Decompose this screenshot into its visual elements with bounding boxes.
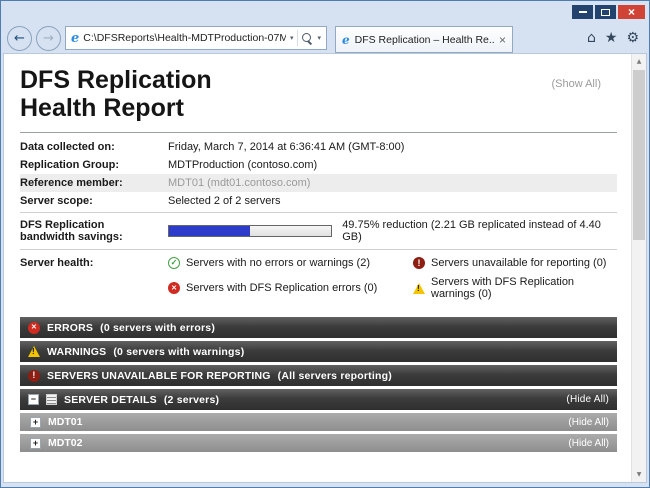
scroll-down-icon[interactable]: ▼	[632, 467, 646, 482]
address-bar[interactable]: e C:\DFSReports\Health-MDTProduction-07M…	[65, 26, 327, 50]
back-button[interactable]: ←	[7, 26, 32, 51]
field-label: DFS Replication bandwidth savings:	[20, 219, 168, 243]
close-button[interactable]: ×	[618, 5, 645, 19]
section-title: SERVER DETAILS	[64, 394, 157, 406]
server-name: MDT01	[48, 416, 82, 428]
health-item-label: Servers with DFS Replication warnings (0…	[431, 276, 617, 300]
section-warnings[interactable]: ! WARNINGS (0 servers with warnings)	[20, 341, 617, 362]
hide-all-link[interactable]: (Hide All)	[568, 438, 609, 449]
health-item-ok: ✓ Servers with no errors or warnings (2)	[168, 257, 413, 269]
collapse-minus-icon[interactable]: −	[28, 394, 39, 405]
field-label: Server health:	[20, 257, 168, 269]
warning-triangle-icon: !	[28, 346, 40, 357]
navigation-bar: ← → e C:\DFSReports\Health-MDTProduction…	[1, 21, 649, 53]
field-value: MDTProduction (contoso.com)	[168, 159, 317, 171]
report-fields: Data collected on: Friday, March 7, 2014…	[20, 138, 617, 303]
section-title: SERVERS UNAVAILABLE FOR REPORTING	[47, 370, 271, 382]
expand-plus-icon[interactable]: +	[30, 417, 41, 428]
page-title: DFS Replication Health Report	[20, 66, 617, 122]
field-label: Reference member:	[20, 177, 168, 189]
back-arrow-icon: ←	[14, 31, 25, 46]
section-subtitle: (All servers reporting)	[278, 370, 392, 382]
title-divider	[20, 132, 617, 133]
page-title-line1: DFS Replication	[20, 66, 617, 94]
forward-button[interactable]: →	[36, 26, 61, 51]
tab-favicon-icon: e	[342, 34, 350, 46]
home-icon[interactable]: ⌂	[587, 30, 596, 46]
title-bar: ×	[1, 1, 649, 21]
favorites-star-icon[interactable]: ★	[605, 30, 618, 46]
browser-toolbar: ⌂ ★ ⚙	[587, 30, 643, 46]
section-title: ERRORS	[47, 322, 93, 334]
maximize-button[interactable]	[595, 5, 616, 19]
section-subtitle: (2 servers)	[164, 394, 219, 406]
field-row-data-collected: Data collected on: Friday, March 7, 2014…	[20, 138, 617, 156]
health-item-label: Servers with DFS Replication errors (0)	[186, 282, 377, 294]
field-value: Friday, March 7, 2014 at 6:36:41 AM (GMT…	[168, 141, 404, 153]
address-url[interactable]: C:\DFSReports\Health-MDTProduction-07M	[83, 32, 286, 44]
tab-title: DFS Replication – Health Re...	[355, 34, 494, 46]
health-item-warnings: ! Servers with DFS Replication warnings …	[413, 276, 617, 300]
section-errors[interactable]: ✕ ERRORS (0 servers with errors)	[20, 317, 617, 338]
field-value: Selected 2 of 2 servers	[168, 195, 281, 207]
settings-gear-icon[interactable]: ⚙	[626, 30, 639, 46]
server-row-mdt02[interactable]: + MDT02 (Hide All)	[20, 434, 617, 452]
unavailable-icon: !	[28, 370, 40, 382]
section-unavailable[interactable]: ! SERVERS UNAVAILABLE FOR REPORTING (All…	[20, 365, 617, 386]
section-subtitle: (0 servers with errors)	[100, 322, 215, 334]
field-row-reference-member: Reference member: MDT01 (mdt01.contoso.c…	[20, 174, 617, 192]
field-label: Data collected on:	[20, 141, 168, 153]
address-history-caret-icon[interactable]: ▾	[290, 34, 294, 42]
field-row-bandwidth: DFS Replication bandwidth savings: 49.75…	[20, 212, 617, 250]
section-title: WARNINGS	[47, 346, 106, 358]
ie-favicon-icon: e	[71, 32, 79, 45]
health-item-label: Servers with no errors or warnings (2)	[186, 257, 370, 269]
field-value: MDT01 (mdt01.contoso.com)	[168, 177, 310, 189]
browser-window: × ← → e C:\DFSReports\Health-MDTProducti…	[0, 0, 650, 488]
tab-close-icon[interactable]: ×	[499, 34, 506, 46]
search-icon[interactable]	[302, 33, 313, 44]
report-body: (Show All) DFS Replication Health Report…	[4, 54, 631, 482]
warning-triangle-icon: !	[413, 283, 425, 294]
bandwidth-fill	[169, 226, 250, 236]
show-all-link[interactable]: (Show All)	[551, 78, 601, 90]
section-subtitle: (0 servers with warnings)	[113, 346, 244, 358]
field-row-replication-group: Replication Group: MDTProduction (contos…	[20, 156, 617, 174]
scroll-up-icon[interactable]: ▲	[632, 54, 646, 69]
server-row-mdt01[interactable]: + MDT01 (Hide All)	[20, 413, 617, 431]
vertical-scrollbar[interactable]: ▲ ▼	[631, 54, 646, 482]
report-sections: ✕ ERRORS (0 servers with errors) ! WARNI…	[20, 317, 617, 452]
bandwidth-progress-bar	[168, 225, 332, 237]
bandwidth-text: 49.75% reduction (2.21 GB replicated ins…	[342, 219, 617, 243]
server-health-grid: ✓ Servers with no errors or warnings (2)…	[168, 257, 617, 300]
expand-plus-icon[interactable]: +	[30, 438, 41, 449]
error-x-icon: ✕	[28, 322, 40, 334]
health-item-unavailable: ! Servers unavailable for reporting (0)	[413, 257, 617, 269]
forward-arrow-icon: →	[43, 31, 54, 46]
address-divider	[297, 30, 298, 46]
section-server-details[interactable]: − SERVER DETAILS (2 servers) (Hide All)	[20, 389, 617, 410]
field-row-server-scope: Server scope: Selected 2 of 2 servers	[20, 192, 617, 210]
maximize-icon	[601, 9, 610, 16]
error-x-icon: ✕	[168, 282, 180, 294]
search-dropdown-icon[interactable]: ▾	[317, 34, 321, 42]
server-name: MDT02	[48, 437, 82, 449]
health-item-errors: ✕ Servers with DFS Replication errors (0…	[168, 276, 413, 300]
scrollbar-thumb[interactable]	[633, 70, 645, 240]
minimize-icon	[579, 11, 587, 13]
field-label: Server scope:	[20, 195, 168, 207]
field-label: Replication Group:	[20, 159, 168, 171]
ok-check-icon: ✓	[168, 257, 180, 269]
health-item-label: Servers unavailable for reporting (0)	[431, 257, 606, 269]
hide-all-link[interactable]: (Hide All)	[566, 394, 609, 405]
minimize-button[interactable]	[572, 5, 593, 19]
hide-all-link[interactable]: (Hide All)	[568, 417, 609, 428]
tab-dfs-report[interactable]: e DFS Replication – Health Re... ×	[335, 26, 513, 53]
page-title-line2: Health Report	[20, 94, 617, 122]
unavailable-icon: !	[413, 257, 425, 269]
field-row-server-health: Server health: ✓ Servers with no errors …	[20, 250, 617, 303]
close-icon: ×	[628, 6, 635, 18]
server-icon	[46, 394, 57, 405]
page-content: (Show All) DFS Replication Health Report…	[3, 53, 647, 483]
